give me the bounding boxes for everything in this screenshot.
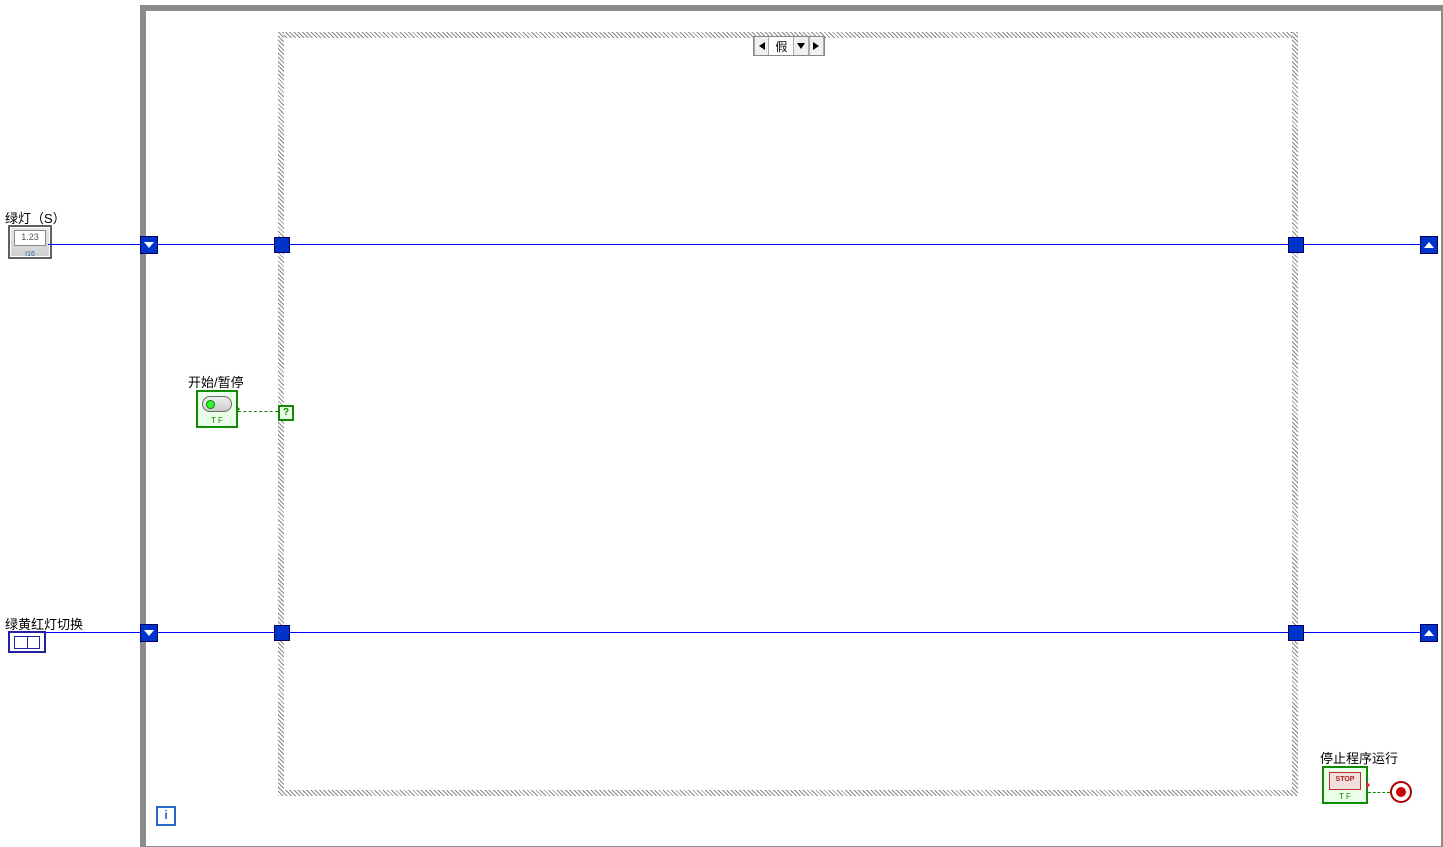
tunnel-case-left-bottom[interactable] [274, 625, 290, 641]
green-light-control[interactable]: 1.23 I16 [8, 225, 52, 259]
shift-reg-right-bottom[interactable] [1420, 624, 1438, 642]
tunnel-case-left-top[interactable] [274, 237, 290, 253]
shift-reg-left-bottom[interactable] [140, 624, 158, 642]
case-prev-button[interactable] [754, 37, 769, 55]
loop-index-symbol: i [164, 808, 167, 822]
stop-button-icon: STOP [1329, 772, 1361, 790]
wire-start-pause [238, 411, 278, 412]
start-pause-label: 开始/暂停 [188, 372, 244, 391]
wire-stop [1368, 792, 1390, 793]
start-pause-tf: T F [198, 416, 236, 425]
start-pause-control[interactable]: T F [196, 390, 238, 428]
stop-program-control[interactable]: STOP T F [1322, 766, 1368, 804]
stop-program-label: 停止程序运行 [1320, 748, 1398, 767]
while-loop [140, 5, 1443, 847]
shift-reg-left-top[interactable] [140, 236, 158, 254]
tunnel-case-right-bottom[interactable] [1288, 625, 1304, 641]
shift-reg-right-top[interactable] [1420, 236, 1438, 254]
stop-out-icon [1366, 781, 1370, 789]
case-structure-border-bottom [278, 790, 1298, 796]
green-light-value: 1.23 [14, 230, 46, 246]
case-current-label: 假 [769, 37, 793, 55]
loop-stop-terminal[interactable] [1390, 781, 1412, 803]
case-next-button[interactable] [809, 37, 824, 55]
case-condition-terminal[interactable]: ? [278, 405, 294, 421]
case-structure-border-right [1292, 32, 1298, 796]
stop-circle-icon [1396, 787, 1406, 797]
tunnel-case-right-top[interactable] [1288, 237, 1304, 253]
wire-greenlight [48, 244, 1438, 245]
case-dropdown-button[interactable] [793, 37, 808, 55]
case-selector[interactable]: 假 [753, 36, 825, 56]
wire-switch [45, 632, 1438, 633]
switch-lights-control[interactable] [8, 631, 46, 653]
loop-index-terminal[interactable]: i [156, 806, 176, 826]
green-light-type: I16 [10, 251, 50, 258]
stop-tf: T F [1324, 792, 1366, 801]
